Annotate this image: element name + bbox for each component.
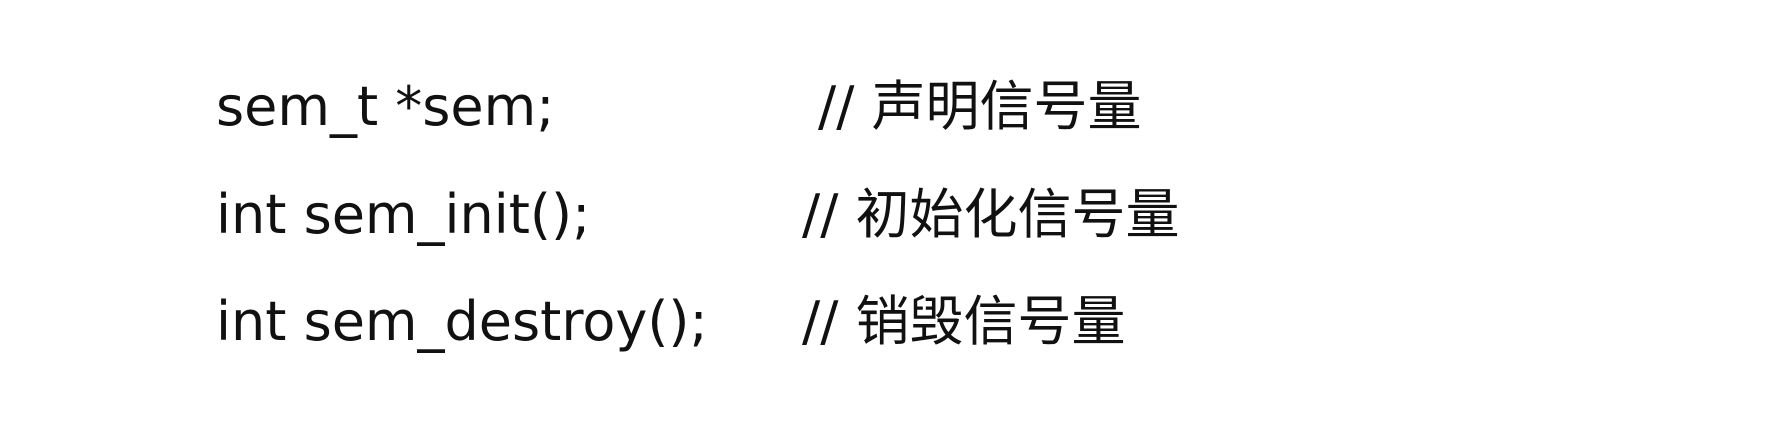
code-block: sem_t *sem; // 声明信号量 int sem_init(); // … (0, 0, 1789, 424)
code-statement: int sem_destroy(); (216, 290, 708, 353)
code-comment: // 初始化信号量 (802, 183, 1180, 246)
code-comment: // 销毁信号量 (802, 290, 1126, 353)
code-comment: // 声明信号量 (818, 75, 1142, 138)
code-statement: int sem_init(); (216, 183, 591, 246)
code-statement: sem_t *sem; (216, 75, 555, 138)
